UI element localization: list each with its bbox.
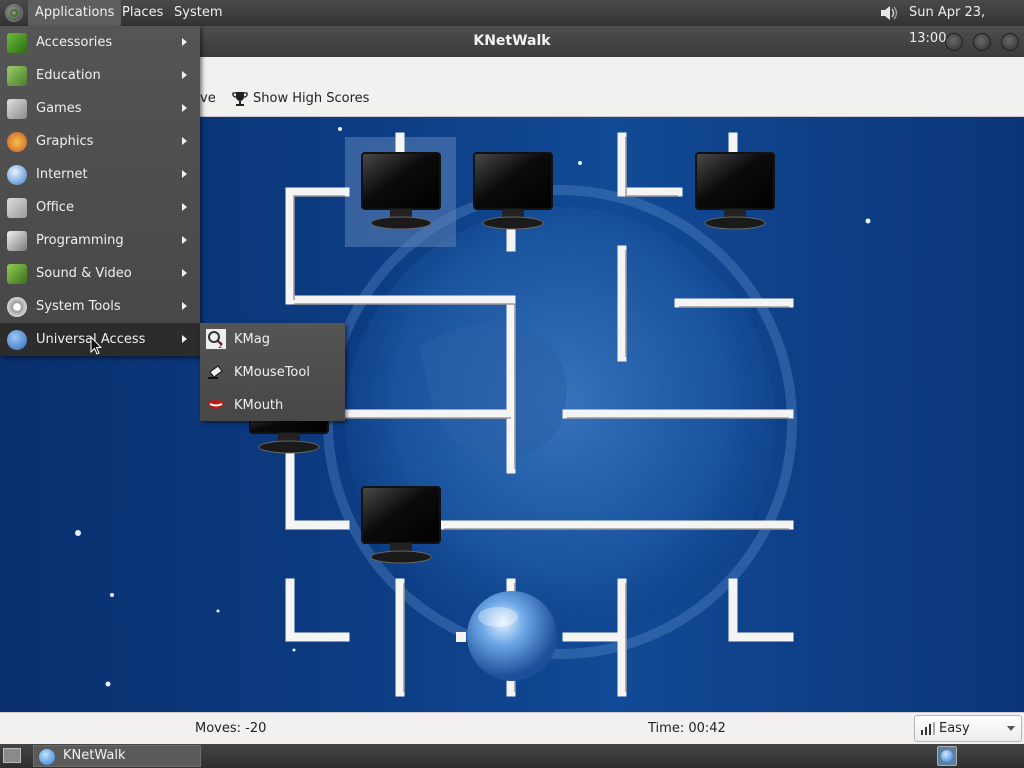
- submenu-item-kmag[interactable]: 2 KMag: [200, 323, 345, 356]
- trophy-icon: [232, 92, 248, 106]
- universal-access-submenu: 2 KMag KMouseTool KMouth: [200, 323, 345, 421]
- menu-item-office[interactable]: Office: [0, 191, 200, 224]
- menu-item-label: Sound & Video: [36, 266, 132, 281]
- office-icon: [7, 198, 27, 218]
- status-bar: Moves: -20 Time: 00:42 Easy: [0, 712, 1024, 744]
- education-icon: [7, 66, 27, 86]
- chevron-right-icon: [182, 170, 187, 178]
- submenu-item-label: KMouth: [234, 398, 284, 413]
- accessories-icon: [7, 33, 27, 53]
- toolbar-partial-button-label[interactable]: ve: [200, 81, 216, 117]
- sound-video-icon: [7, 264, 27, 284]
- submenu-item-kmouth[interactable]: KMouth: [200, 389, 345, 422]
- applications-menu-button[interactable]: Applications: [28, 0, 122, 26]
- universal-access-icon: [7, 330, 27, 350]
- programming-icon: [7, 231, 27, 251]
- system-menu-button[interactable]: System: [168, 0, 228, 26]
- applications-dropdown: Accessories Education Games Graphics Int…: [0, 26, 200, 356]
- network-tray-icon[interactable]: [937, 746, 957, 766]
- clock[interactable]: Sun Apr 23, 13:00: [909, 0, 1024, 52]
- menu-item-education[interactable]: Education: [0, 59, 200, 92]
- difficulty-select[interactable]: Easy: [914, 715, 1022, 742]
- top-panel: Applications Places System Sun Apr 23, 1…: [0, 0, 1024, 46]
- chevron-right-icon: [182, 335, 187, 343]
- difficulty-value: Easy: [939, 721, 970, 736]
- distro-logo-icon[interactable]: [5, 4, 23, 22]
- chevron-right-icon: [182, 203, 187, 211]
- window-menubar: [200, 57, 1024, 81]
- computer-icon[interactable]: [695, 152, 775, 230]
- menu-item-label: Graphics: [36, 134, 94, 149]
- kmousetool-icon: [208, 365, 223, 379]
- menu-item-accessories[interactable]: Accessories: [0, 26, 200, 59]
- chevron-right-icon: [182, 71, 187, 79]
- menu-item-label: Games: [36, 101, 82, 116]
- chevron-right-icon: [182, 302, 187, 310]
- window-toolbar: ve Show High Scores: [200, 81, 1024, 117]
- submenu-item-kmousetool[interactable]: KMouseTool: [200, 356, 345, 389]
- system-tools-icon: [7, 297, 27, 317]
- menu-item-label: Internet: [36, 167, 88, 182]
- chevron-right-icon: [182, 236, 187, 244]
- chevron-right-icon: [182, 38, 187, 46]
- menu-item-graphics[interactable]: Graphics: [0, 125, 200, 158]
- places-menu-button[interactable]: Places: [116, 0, 169, 26]
- window-titlebar[interactable]: KNetWalk: [200, 26, 1024, 57]
- chevron-down-icon: [1007, 726, 1015, 731]
- volume-icon[interactable]: [878, 3, 898, 23]
- menu-item-internet[interactable]: Internet: [0, 158, 200, 191]
- knetwalk-icon: [39, 749, 55, 765]
- menu-item-label: Education: [36, 68, 101, 83]
- chevron-right-icon: [182, 137, 187, 145]
- internet-icon: [7, 165, 27, 185]
- bottom-panel: KNetWalk: [0, 744, 1024, 768]
- menu-item-label: Accessories: [36, 35, 113, 50]
- taskbar-button-knetwalk[interactable]: KNetWalk: [33, 745, 201, 767]
- svg-text:2: 2: [218, 341, 223, 349]
- menu-item-system-tools[interactable]: System Tools: [0, 290, 200, 323]
- menu-item-games[interactable]: Games: [0, 92, 200, 125]
- chevron-right-icon: [182, 104, 187, 112]
- chevron-right-icon: [182, 269, 187, 277]
- menu-item-label: Office: [36, 200, 74, 215]
- menu-item-label: System Tools: [36, 299, 121, 314]
- show-desktop-icon[interactable]: [3, 748, 21, 763]
- kmouth-icon: [207, 400, 225, 409]
- kmag-icon: 2: [206, 329, 226, 349]
- graphics-icon: [7, 132, 27, 152]
- elapsed-time: Time: 00:42: [648, 721, 726, 736]
- submenu-item-label: KMag: [234, 332, 270, 347]
- signal-bars-icon: [921, 722, 935, 735]
- mouse-cursor-icon: [90, 336, 102, 355]
- menu-item-label: Programming: [36, 233, 124, 248]
- games-icon: [7, 99, 27, 119]
- menu-item-programming[interactable]: Programming: [0, 224, 200, 257]
- moves-counter: Moves: -20: [195, 721, 267, 736]
- show-high-scores-button[interactable]: Show High Scores: [253, 81, 369, 117]
- taskbar-label: KNetWalk: [63, 748, 126, 763]
- submenu-item-label: KMouseTool: [234, 365, 310, 380]
- menu-item-sound-video[interactable]: Sound & Video: [0, 257, 200, 290]
